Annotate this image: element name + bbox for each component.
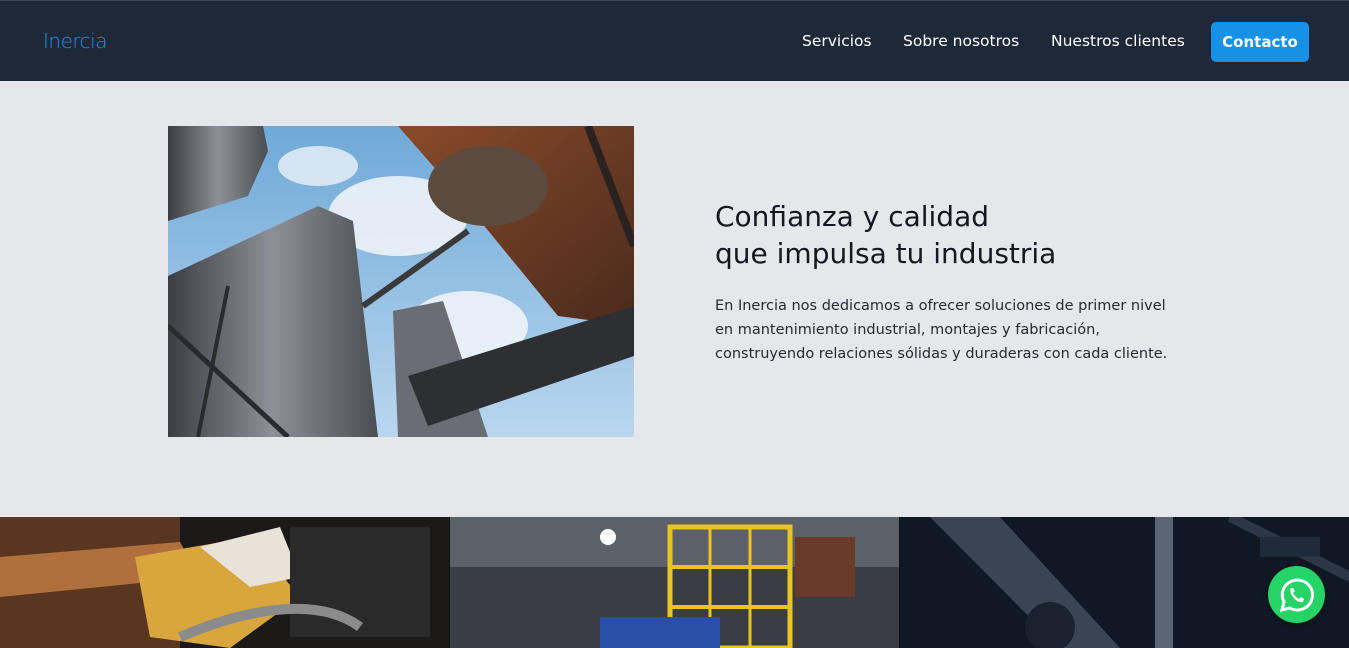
gallery — [0, 517, 1349, 648]
navbar: Inercia Servicios Sobre nosotros Nuestro… — [0, 0, 1349, 81]
nav-link-sobre-nosotros[interactable]: Sobre nosotros — [903, 32, 1019, 50]
whatsapp-icon — [1279, 577, 1314, 612]
hero-image — [168, 126, 634, 437]
hero-title-line-1: Confianza y calidad — [715, 200, 990, 233]
gallery-tile-1 — [0, 517, 449, 648]
nav-link-servicios[interactable]: Servicios — [802, 32, 872, 50]
contact-button[interactable]: Contacto — [1211, 22, 1309, 62]
hero-title-line-2: que impulsa tu industria — [715, 237, 1057, 270]
yellow-platform-structure-photo — [450, 517, 899, 648]
hero-description: En Inercia nos dedicamos a ofrecer soluc… — [715, 298, 1168, 362]
hero-title: Confianza y calidad que impulsa tu indus… — [715, 198, 1235, 272]
industrial-silos-photo — [168, 126, 634, 437]
logo[interactable]: Inercia — [43, 29, 107, 53]
nav-link-nuestros-clientes[interactable]: Nuestros clientes — [1051, 32, 1185, 50]
whatsapp-button[interactable] — [1268, 566, 1325, 623]
gallery-tile-2 — [449, 517, 899, 648]
gloved-hands-welding-photo — [0, 517, 449, 648]
